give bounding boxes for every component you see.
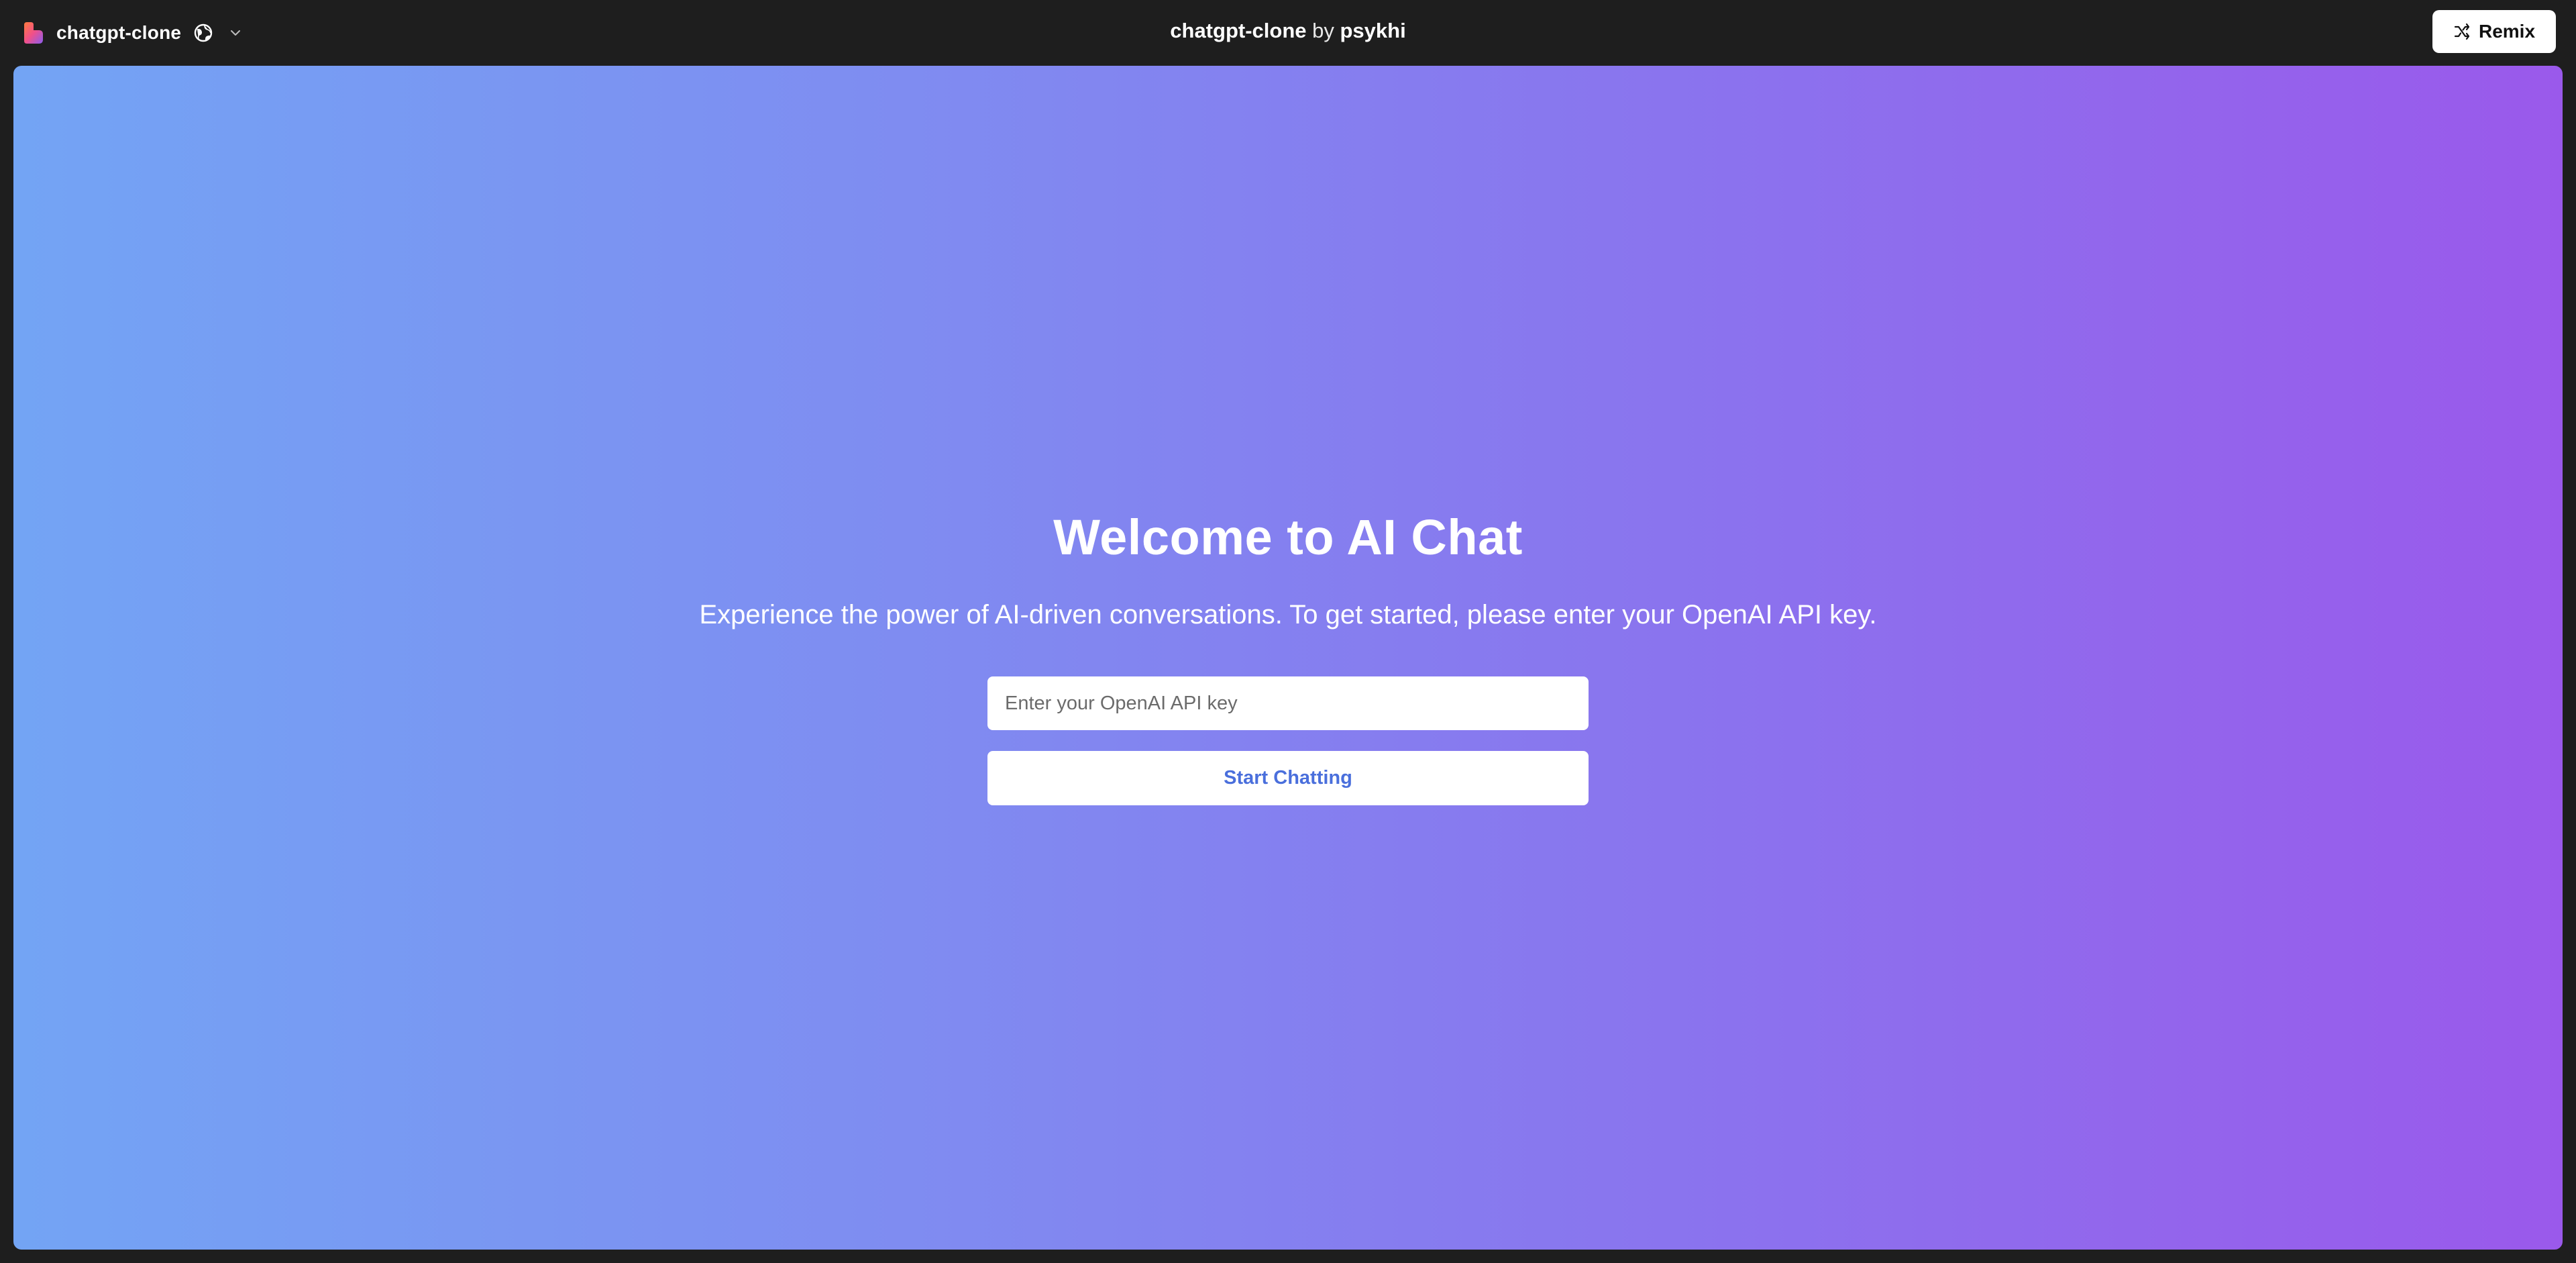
api-key-input[interactable] [987, 676, 1589, 730]
page-title: Welcome to AI Chat [1053, 509, 1523, 565]
top-bar: chatgpt-clone chatgpt-clone by psykhi Re… [0, 0, 2576, 66]
page-subtitle: Experience the power of AI-driven conver… [699, 600, 1877, 629]
attribution-project[interactable]: chatgpt-clone [1170, 19, 1306, 42]
attribution-author[interactable]: psykhi [1340, 19, 1406, 42]
app-preview-panel: Welcome to AI Chat Experience the power … [13, 66, 2563, 1250]
project-attribution: chatgpt-clone by psykhi [0, 19, 2576, 43]
attribution-by: by [1312, 19, 1334, 42]
start-chatting-button[interactable]: Start Chatting [987, 751, 1589, 805]
remix-button[interactable]: Remix [2432, 10, 2556, 53]
shuffle-icon [2454, 23, 2470, 40]
remix-label: Remix [2478, 21, 2536, 42]
